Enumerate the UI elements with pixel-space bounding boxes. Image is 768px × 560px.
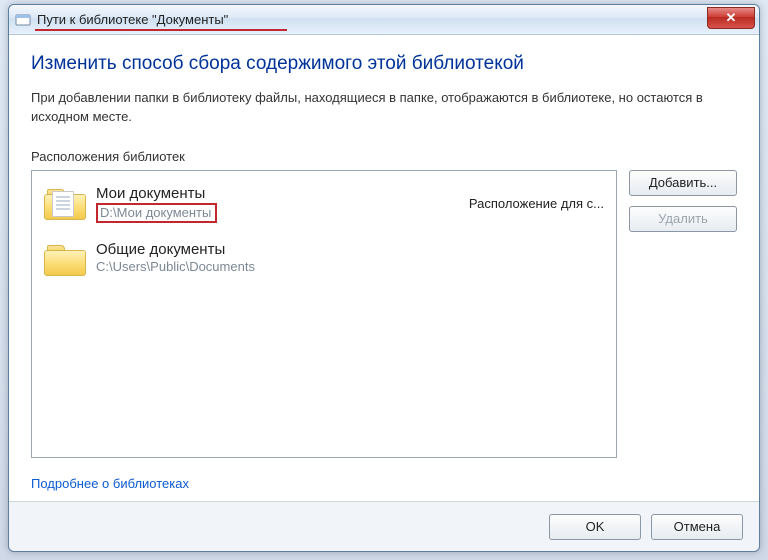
location-text: Мои документы D:\Мои документы xyxy=(96,185,461,223)
side-buttons: Добавить... Удалить xyxy=(629,170,737,458)
locations-label: Расположения библиотек xyxy=(31,149,737,164)
more-link-row: Подробнее о библиотеках xyxy=(31,458,737,501)
folder-icon xyxy=(44,185,86,219)
location-text: Общие документы C:\Users\Public\Document… xyxy=(96,241,596,274)
location-status: Расположение для с... xyxy=(461,196,604,211)
cancel-button[interactable]: Отмена xyxy=(651,514,743,540)
ok-button[interactable]: OK xyxy=(549,514,641,540)
dialog-window: Пути к библиотеке "Документы" ✕ Изменить… xyxy=(8,4,760,552)
close-button[interactable]: ✕ xyxy=(707,7,755,29)
title-highlight xyxy=(35,29,287,31)
location-path: C:\Users\Public\Documents xyxy=(96,259,596,274)
dialog-description: При добавлении папки в библиотеку файлы,… xyxy=(31,89,737,127)
location-item[interactable]: Общие документы C:\Users\Public\Document… xyxy=(42,237,606,289)
window-icon xyxy=(15,12,31,28)
add-button[interactable]: Добавить... xyxy=(629,170,737,196)
path-highlight: D:\Мои документы xyxy=(96,203,217,223)
titlebar[interactable]: Пути к библиотеке "Документы" ✕ xyxy=(9,5,759,35)
location-name: Мои документы xyxy=(96,185,461,202)
window-title: Пути к библиотеке "Документы" xyxy=(37,12,707,27)
locations-row: Мои документы D:\Мои документы Расположе… xyxy=(31,170,737,458)
folder-icon xyxy=(44,241,86,275)
remove-button[interactable]: Удалить xyxy=(629,206,737,232)
locations-list[interactable]: Мои документы D:\Мои документы Расположе… xyxy=(31,170,617,458)
button-bar: OK Отмена xyxy=(9,501,759,551)
dialog-heading: Изменить способ сбора содержимого этой б… xyxy=(31,53,737,75)
location-item[interactable]: Мои документы D:\Мои документы Расположе… xyxy=(42,181,606,237)
more-about-libraries-link[interactable]: Подробнее о библиотеках xyxy=(31,476,189,491)
dialog-content: Изменить способ сбора содержимого этой б… xyxy=(9,35,759,501)
location-path: D:\Мои документы xyxy=(100,205,211,220)
close-icon: ✕ xyxy=(726,10,737,26)
location-name: Общие документы xyxy=(96,241,596,258)
